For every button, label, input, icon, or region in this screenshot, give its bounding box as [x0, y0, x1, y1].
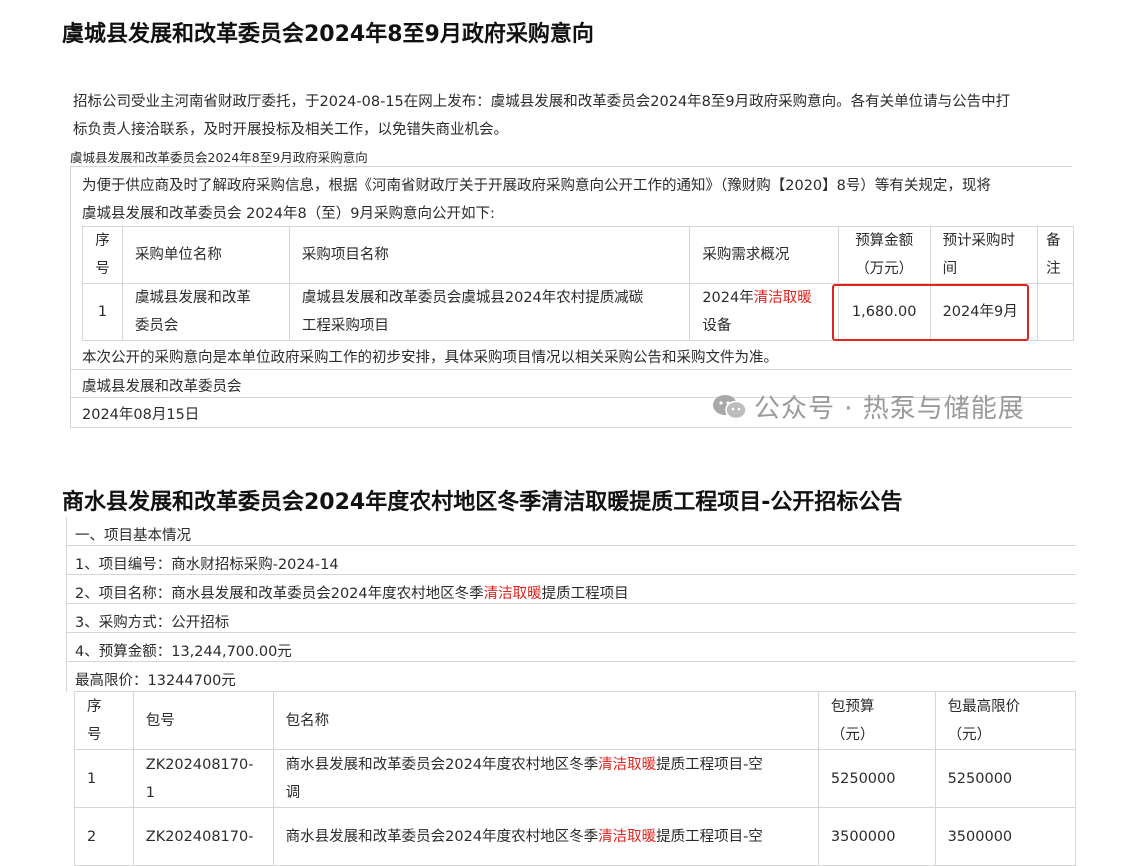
package-table: 序 号 包号 包名称 包预算 （元） 包最高限价 （元） 1 ZK2024081…	[74, 691, 1077, 866]
pkg-col-budget-a: 包预算	[830, 698, 875, 715]
pkg-col-name: 包名称	[272, 691, 819, 750]
section1-title: 虞城县发展和改革委员会2024年8至9月政府采购意向	[62, 22, 594, 47]
policy-para-line-2: 虞城县发展和改革委员会 2024年8（至）9月采购意向公开如下:	[82, 206, 495, 222]
pkg-header-row: 序 号 包号 包名称 包预算 （元） 包最高限价 （元）	[74, 691, 1077, 750]
cell-needs-highlight: 清洁取暖	[753, 290, 812, 306]
watermark-text: 公众号 · 热泵与储能展	[754, 394, 1025, 424]
item-project-number: 1、项目编号：商水财招标采购-2024-14	[75, 557, 339, 573]
pkg-name-highlight: 清洁取暖	[598, 828, 657, 845]
footer-org: 虞城县发展和改革委员会	[82, 379, 242, 395]
basic-info-heading: 一、项目基本情况	[75, 528, 191, 544]
max-price: 最高限价：13244700元	[75, 673, 236, 689]
item-procurement-method: 3、采购方式：公开招标	[75, 615, 230, 631]
item-budget-amount: 4、预算金额：13,244,700.00元	[75, 644, 292, 660]
pkg-col-no: 包号	[132, 691, 274, 750]
pkg-col-seq-a: 序	[87, 698, 102, 715]
watermark: 公众号 · 热泵与储能展	[712, 388, 1025, 425]
pkg-name-cont: 调	[285, 784, 301, 801]
intro-line-1: 招标公司受业主河南省财政厅委托，于2024-08-15在网上发布：虞城县发展和改…	[73, 94, 1011, 110]
cell-unit-b: 委员会	[134, 318, 179, 334]
pkg-no-a: ZK202408170-	[145, 756, 254, 773]
table-row: 2 ZK202408170- 商水县发展和改革委员会2024年度农村地区冬季清洁…	[74, 807, 1077, 866]
pkg-no-b: 1	[145, 784, 155, 801]
section2-title: 商水县发展和改革委员会2024年度农村地区冬季清洁取暖提质工程项目-公开招标公告	[62, 490, 903, 515]
cell-project-b: 工程采购项目	[301, 318, 389, 334]
table-header-row: 序 号 采购单位名称 采购项目名称 采购需求概况 预算金额 （万元） 预计采购时…	[82, 226, 1074, 284]
col-budget-b: （万元）	[855, 261, 914, 277]
pkg-seq: 1	[74, 749, 134, 808]
table-row: 1 ZK202408170- 1 商水县发展和改革委员会2024年度农村地区冬季…	[74, 749, 1077, 808]
cell-needs-a: 2024年清洁取暖	[702, 284, 826, 312]
pkg-max: 3500000	[934, 807, 1077, 866]
pkg-budget: 5250000	[817, 749, 936, 808]
wechat-icon	[713, 395, 747, 420]
notice-subtitle: 虞城县发展和改革委员会2024年8至9月政府采购意向	[70, 150, 368, 165]
pkg-seq: 2	[74, 807, 134, 866]
pkg-name-highlight: 清洁取暖	[598, 756, 657, 773]
footer-note: 本次公开的采购意向是本单位政府采购工作的初步安排，具体采购项目情况以相关采购公告…	[82, 350, 778, 366]
pkg-col-seq-b: 号	[87, 726, 102, 743]
project-name-highlight: 清洁取暖	[483, 586, 542, 602]
col-note-a: 备	[1046, 233, 1061, 249]
col-budget-a: 预算金额	[855, 233, 914, 249]
cell-note	[1037, 283, 1074, 341]
footer-date: 2024年08月15日	[82, 407, 200, 423]
pkg-max: 5250000	[934, 749, 1077, 808]
pkg-budget: 3500000	[817, 807, 936, 866]
col-time-a: 预计采购时	[942, 233, 1016, 249]
col-note-b: 注	[1046, 261, 1061, 277]
item-project-name: 2、项目名称：商水县发展和改革委员会2024年度农村地区冬季清洁取暖提质工程项目	[75, 586, 629, 602]
cell-unit-a: 虞城县发展和改革	[134, 290, 251, 306]
pkg-col-budget-b: （元）	[830, 726, 875, 743]
pkg-col-max-a: 包最高限价	[947, 698, 1021, 715]
pkg-no-a: ZK202408170-	[145, 828, 254, 845]
highlight-box	[832, 284, 1029, 341]
intro-line-2: 标负责人接洽联系，及时开展投标及相关工作，以免错失商业机会。	[73, 122, 508, 138]
col-seq-b: 号	[95, 261, 110, 277]
cell-needs-b: 设备	[702, 318, 732, 334]
col-seq-a: 序	[95, 233, 110, 249]
col-unit: 采购单位名称	[121, 226, 290, 284]
col-needs: 采购需求概况	[689, 226, 839, 284]
col-project: 采购项目名称	[288, 226, 691, 284]
policy-para-line-1: 为便于供应商及时了解政府采购信息，根据《河南省财政厅关于开展政府采购意向公开工作…	[82, 178, 991, 194]
pkg-col-max-b: （元）	[947, 726, 992, 743]
cell-needs-prefix: 2024年	[702, 290, 754, 306]
cell-seq: 1	[82, 283, 123, 341]
cell-project-a: 虞城县发展和改革委员会虞城县2024年农村提质减碳	[301, 290, 644, 306]
col-time-b: 间	[942, 261, 958, 277]
